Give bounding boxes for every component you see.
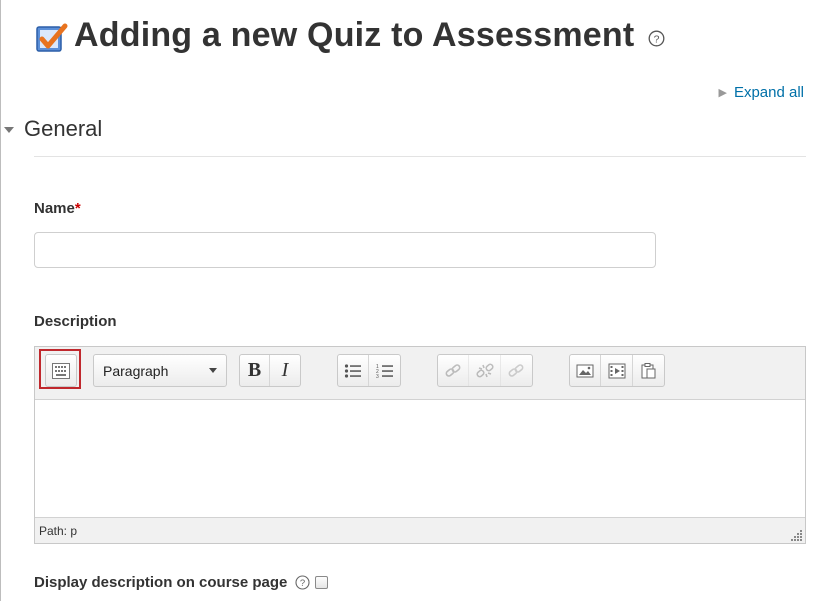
link-icon (445, 363, 461, 377)
section-general-toggle[interactable]: General (4, 116, 102, 142)
section-title: General (24, 116, 103, 141)
element-path: Path: p (39, 524, 78, 538)
name-input[interactable] (34, 232, 656, 268)
format-select-value: Paragraph (103, 362, 169, 379)
unordered-list-icon (344, 363, 361, 378)
paste-icon (641, 362, 656, 378)
expand-triangle-icon: ▶ (718, 87, 727, 99)
help-icon[interactable]: ? (648, 30, 665, 47)
resize-icon[interactable] (791, 529, 803, 541)
page-border (0, 0, 1, 601)
display-description-checkbox[interactable] (315, 576, 329, 589)
expand-all-label: Expand all (733, 84, 804, 101)
text-style-group: B I (239, 354, 301, 387)
chevron-down-icon (209, 368, 217, 373)
svg-text:?: ? (300, 578, 305, 589)
description-editor: Paragraph B I 123 Path: p (34, 346, 806, 544)
link-button[interactable] (438, 355, 470, 386)
display-description-row: Display description on course page ? (34, 574, 329, 591)
anchor-button[interactable] (501, 355, 532, 386)
name-label-text: Name (34, 200, 75, 217)
ordered-list-icon: 123 (376, 364, 393, 379)
unlink-button[interactable] (469, 355, 501, 386)
image-icon (576, 364, 594, 377)
italic-label: I (281, 359, 289, 381)
link-group (437, 354, 533, 387)
format-select[interactable]: Paragraph (93, 354, 227, 387)
anchor-icon (508, 363, 524, 377)
description-label: Description (34, 313, 117, 330)
section-divider (34, 156, 806, 157)
unlink-icon (475, 363, 494, 377)
bold-label: B (247, 359, 262, 381)
page-title: Adding a new Quiz to Assessment (74, 16, 635, 54)
editor-content-area[interactable] (35, 400, 805, 517)
editor-toolbar: Paragraph B I 123 (35, 347, 805, 400)
italic-button[interactable]: I (270, 355, 300, 386)
svg-text:3: 3 (376, 374, 379, 379)
required-marker: * (74, 200, 81, 217)
ordered-list-button[interactable]: 123 (369, 355, 400, 386)
media-group (569, 354, 665, 387)
media-icon (608, 363, 626, 378)
media-button[interactable] (601, 355, 633, 386)
svg-text:?: ? (654, 33, 660, 45)
page-heading: Adding a new Quiz to Assessment ? (34, 16, 665, 55)
editor-statusbar: Path: p (35, 517, 805, 543)
image-button[interactable] (570, 355, 602, 386)
paste-button[interactable] (633, 355, 664, 386)
bold-button[interactable]: B (240, 355, 271, 386)
quiz-icon (36, 23, 68, 52)
unordered-list-button[interactable] (338, 355, 370, 386)
collapse-triangle-icon (4, 127, 14, 133)
toolbar-toggle-highlight (39, 349, 81, 389)
list-group: 123 (337, 354, 401, 387)
name-label: Name* (34, 200, 81, 217)
display-description-label: Display description on course page (34, 574, 288, 591)
expand-all-link[interactable]: ▶ Expand all (718, 84, 804, 101)
help-icon[interactable]: ? (295, 575, 310, 590)
